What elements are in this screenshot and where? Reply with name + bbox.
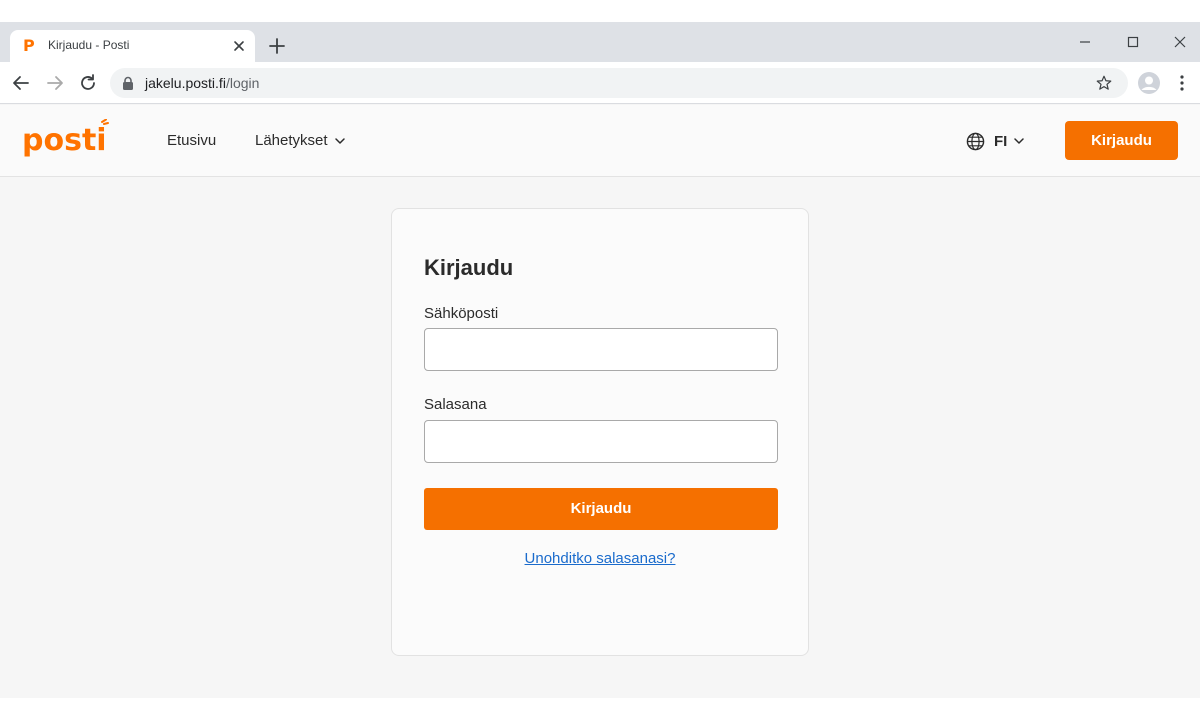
maximize-icon[interactable] — [1121, 30, 1145, 54]
back-arrow-icon[interactable] — [10, 72, 32, 94]
forward-arrow-icon[interactable] — [44, 72, 66, 94]
password-field[interactable] — [424, 420, 778, 463]
nav-link-etusivu[interactable]: Etusivu — [167, 132, 216, 149]
minimize-icon[interactable] — [1073, 30, 1097, 54]
url-host: jakelu.posti.fi — [145, 75, 226, 91]
profile-icon[interactable] — [1137, 71, 1161, 95]
site-header: posti Etusivu Lähetykset FI Kirjaudu — [0, 105, 1200, 177]
posti-logo[interactable]: posti — [22, 118, 112, 161]
language-code: FI — [994, 132, 1008, 150]
logo-text: posti — [22, 123, 107, 158]
url-text: jakelu.posti.fi/login — [145, 75, 259, 91]
password-label: Salasana — [424, 396, 487, 413]
header-login-button[interactable]: Kirjaudu — [1065, 121, 1178, 160]
posti-favicon-icon: P — [23, 36, 35, 55]
globe-icon — [966, 132, 985, 150]
login-card: Kirjaudu Sähköposti Salasana Kirjaudu Un… — [391, 208, 809, 656]
browser-toolbar: jakelu.posti.fi/login — [0, 62, 1200, 104]
email-field[interactable] — [424, 328, 778, 371]
url-path: /login — [225, 75, 260, 91]
browser-tab[interactable]: P Kirjaudu - Posti — [10, 30, 255, 62]
page-content: posti Etusivu Lähetykset FI Kirjaudu Kir… — [0, 105, 1200, 698]
close-icon[interactable] — [1168, 30, 1192, 54]
kebab-menu-icon[interactable] — [1172, 73, 1192, 93]
reload-icon[interactable] — [77, 72, 99, 94]
login-submit-button[interactable]: Kirjaudu — [424, 488, 778, 530]
browser-window: P Kirjaudu - Posti jakelu.posti.fi/login… — [0, 22, 1200, 698]
nav-dropdown-label: Lähetykset — [255, 132, 328, 149]
chevron-down-icon — [1014, 138, 1025, 144]
tab-strip: P Kirjaudu - Posti — [0, 22, 1200, 62]
address-bar[interactable]: jakelu.posti.fi/login — [110, 68, 1128, 98]
close-icon[interactable] — [230, 37, 248, 55]
star-icon[interactable] — [1095, 74, 1113, 92]
tab-title: Kirjaudu - Posti — [48, 38, 130, 52]
plus-icon[interactable] — [266, 35, 288, 57]
email-label: Sähköposti — [424, 305, 499, 322]
lock-icon — [122, 76, 134, 90]
nav-dropdown-lahetykset[interactable]: Lähetykset — [255, 132, 346, 149]
chevron-down-icon — [334, 138, 345, 144]
language-selector[interactable]: FI — [966, 131, 1025, 151]
login-title: Kirjaudu — [424, 255, 514, 280]
forgot-password-link[interactable]: Unohditko salasanasi? — [392, 550, 808, 567]
